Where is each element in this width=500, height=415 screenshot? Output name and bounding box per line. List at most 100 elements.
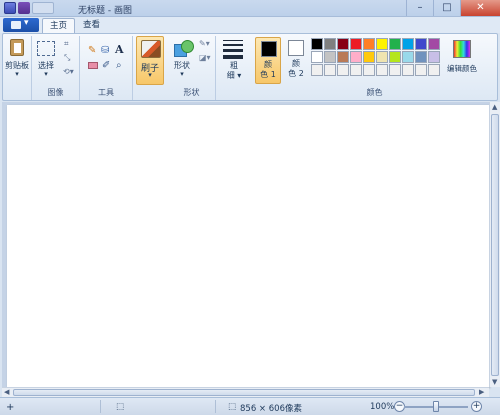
palette-swatch[interactable]: [337, 51, 349, 63]
palette-swatch[interactable]: [428, 51, 440, 63]
shapes-button[interactable]: 形状 ▾: [168, 37, 196, 83]
palette-swatch[interactable]: [311, 51, 323, 63]
line-width-icon: [223, 40, 243, 59]
palette-swatch[interactable]: [324, 64, 336, 76]
close-button[interactable]: ✕: [460, 0, 500, 16]
shapes-group: 形状 ▾ ✎▾ ◪▾ 形状: [168, 36, 216, 100]
clipboard-group: 剪贴板 ▾: [3, 36, 32, 100]
palette-swatch[interactable]: [415, 38, 427, 50]
brush-icon: [141, 40, 161, 58]
palette-swatch[interactable]: [376, 51, 388, 63]
chevron-down-icon: ▾: [148, 71, 152, 79]
image-group-label: 图像: [47, 88, 64, 97]
color1-swatch: [261, 41, 277, 57]
brushes-button[interactable]: 刷子 ▾: [136, 36, 164, 85]
colors-group-label: 颜色: [366, 88, 383, 97]
tab-view[interactable]: 查看: [76, 18, 107, 33]
scroll-left-icon[interactable]: ◀: [4, 388, 9, 397]
eraser-icon[interactable]: [88, 62, 98, 69]
palette-swatch[interactable]: [350, 38, 362, 50]
palette-swatch[interactable]: [363, 51, 375, 63]
magnifier-icon[interactable]: ⌕: [116, 60, 122, 71]
palette-swatch[interactable]: [389, 38, 401, 50]
color1-button[interactable]: 颜色 1: [255, 37, 281, 84]
palette-swatch[interactable]: [376, 64, 388, 76]
palette-swatch[interactable]: [389, 64, 401, 76]
color1-label: 颜色 1: [260, 60, 276, 79]
palette-swatch[interactable]: [324, 51, 336, 63]
crop-icon[interactable]: ⌗: [64, 39, 69, 49]
fill-style-icon[interactable]: ◪▾: [199, 53, 211, 62]
palette-swatch[interactable]: [337, 64, 349, 76]
palette-swatch[interactable]: [363, 64, 375, 76]
palette-swatch[interactable]: [350, 64, 362, 76]
paint-app-icon[interactable]: [4, 2, 16, 14]
palette-swatch[interactable]: [415, 51, 427, 63]
paste-button[interactable]: 剪贴板 ▾: [4, 37, 30, 83]
save-icon[interactable]: [18, 2, 30, 14]
palette-swatch[interactable]: [337, 38, 349, 50]
palette-swatch[interactable]: [402, 64, 414, 76]
text-icon[interactable]: A: [115, 43, 124, 56]
scroll-right-icon[interactable]: ▶: [479, 388, 484, 397]
tab-home[interactable]: 主页: [42, 18, 76, 33]
window-controls: – □ ✕: [406, 0, 500, 16]
palette-swatch[interactable]: [402, 51, 414, 63]
quick-access-toolbar: [4, 2, 54, 14]
palette-swatch[interactable]: [402, 38, 414, 50]
rotate-icon[interactable]: ⟲▾: [63, 67, 74, 76]
palette-swatch[interactable]: [428, 38, 440, 50]
scroll-down-icon[interactable]: ▼: [492, 378, 497, 387]
paint-menu-button[interactable]: [3, 18, 39, 32]
select-icon: [37, 41, 55, 56]
fill-icon[interactable]: ⛁: [101, 45, 109, 56]
pencil-icon[interactable]: ✎: [88, 45, 96, 56]
palette-swatch[interactable]: [324, 38, 336, 50]
palette-swatch[interactable]: [311, 64, 323, 76]
undo-redo-icon[interactable]: [32, 2, 54, 14]
horizontal-scrollbar[interactable]: ◀ ▶: [2, 387, 489, 397]
drawing-canvas[interactable]: [7, 105, 489, 387]
zoom-in-button[interactable]: +: [471, 401, 482, 412]
edit-colors-label: 编辑颜色: [447, 64, 477, 73]
palette-swatch[interactable]: [389, 51, 401, 63]
colors-group: 颜色 1 颜色 2 编辑颜色 颜色: [253, 36, 496, 100]
size-button[interactable]: 粗 细 ▾: [219, 37, 249, 83]
canvas-size-text: 856 × 606像素: [240, 404, 302, 414]
color2-label: 颜色 2: [288, 59, 304, 78]
color-palette: [311, 38, 440, 76]
vertical-scroll-thumb[interactable]: [491, 114, 499, 376]
color-picker-icon[interactable]: ✐: [102, 60, 110, 71]
maximize-button[interactable]: □: [433, 0, 460, 16]
ribbon-tab-bar: 主页 查看: [0, 17, 500, 33]
brushes-group: 刷子 ▾: [136, 36, 166, 100]
clipboard-icon: [10, 39, 24, 56]
zoom-slider-thumb[interactable]: [433, 401, 439, 412]
chevron-down-icon: ▾: [44, 70, 48, 78]
select-button[interactable]: 选择 ▾: [33, 37, 59, 83]
status-bar: + ⬚ ⬚ 856 × 606像素 100% − +: [0, 397, 500, 415]
palette-swatch[interactable]: [311, 38, 323, 50]
horizontal-scroll-thumb[interactable]: [13, 389, 475, 396]
palette-swatch[interactable]: [428, 64, 440, 76]
status-separator: [215, 400, 216, 413]
outline-icon[interactable]: ✎▾: [199, 39, 210, 48]
color2-button[interactable]: 颜色 2: [283, 37, 309, 84]
ribbon: 剪贴板 ▾ 选择 ▾ ⌗ ⤡ ⟲▾ 图像 ✎ ⛁ A ✐ ⌕ 工具 刷子 ▾ 形…: [2, 33, 498, 101]
edit-colors-button[interactable]: 编辑颜色: [445, 37, 479, 83]
shapes-group-label: 形状: [183, 88, 200, 97]
image-group: 选择 ▾ ⌗ ⤡ ⟲▾ 图像: [32, 36, 80, 100]
tools-group: ✎ ⛁ A ✐ ⌕ 工具: [80, 36, 133, 100]
chevron-down-icon: ▾: [15, 70, 19, 78]
scroll-up-icon[interactable]: ▲: [492, 103, 497, 112]
resize-icon[interactable]: ⤡: [64, 53, 70, 63]
palette-swatch[interactable]: [363, 38, 375, 50]
selection-size-icon: ⬚: [116, 402, 125, 412]
size-label-line2: 细 ▾: [226, 71, 242, 80]
palette-swatch[interactable]: [415, 64, 427, 76]
window-title: 无标题 - 画图: [78, 6, 132, 16]
minimize-button[interactable]: –: [406, 0, 433, 16]
palette-swatch[interactable]: [350, 51, 362, 63]
vertical-scrollbar[interactable]: ▲ ▼: [489, 102, 500, 387]
palette-swatch[interactable]: [376, 38, 388, 50]
